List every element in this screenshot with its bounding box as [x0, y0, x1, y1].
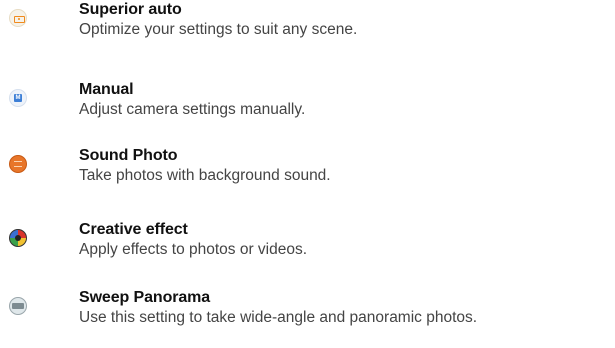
- superior-auto-icon: [9, 9, 27, 27]
- camera-mode-list: Superior auto Optimize your settings to …: [0, 0, 615, 336]
- mode-description: Optimize your settings to suit any scene…: [79, 21, 358, 38]
- mode-item-creative-effect[interactable]: Creative effect Apply effects to photos …: [0, 220, 615, 280]
- mode-title: Sound Photo: [79, 147, 178, 164]
- creative-effect-icon: [9, 229, 27, 247]
- mode-title: Superior auto: [79, 1, 182, 18]
- mode-item-manual[interactable]: M Manual Adjust camera settings manually…: [0, 80, 615, 140]
- mode-item-sound-photo[interactable]: Sound Photo Take photos with background …: [0, 146, 615, 206]
- mode-description: Apply effects to photos or videos.: [79, 241, 308, 258]
- mode-description: Use this setting to take wide-angle and …: [79, 309, 478, 326]
- manual-icon-glyph: M: [14, 94, 22, 102]
- mode-item-superior-auto[interactable]: Superior auto Optimize your settings to …: [0, 0, 615, 60]
- mode-description: Adjust camera settings manually.: [79, 101, 306, 118]
- mode-item-sweep-panorama[interactable]: Sweep Panorama Use this setting to take …: [0, 288, 615, 348]
- mode-title: Manual: [79, 81, 134, 98]
- sound-photo-icon: [9, 155, 27, 173]
- mode-title: Creative effect: [79, 221, 188, 238]
- mode-title: Sweep Panorama: [79, 289, 211, 306]
- sweep-panorama-icon: [9, 297, 27, 315]
- mode-description: Take photos with background sound.: [79, 167, 331, 184]
- manual-icon: M: [9, 89, 27, 107]
